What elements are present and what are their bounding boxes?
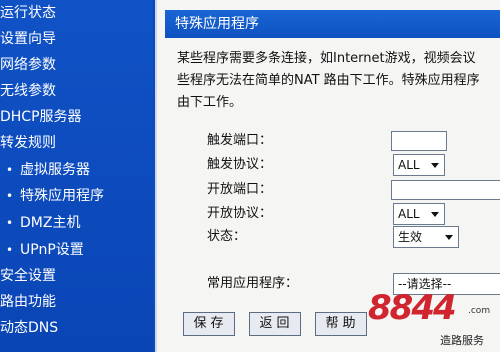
sidebar-item-label: 运行状态: [0, 5, 56, 21]
open-protocol-value: ALL: [398, 207, 420, 221]
page-description: 某些程序需要多条连接，如Internet游戏，视频会议 些程序无法在简单的NAT…: [177, 48, 500, 114]
sidebar-item-label: UPnP设置: [20, 242, 84, 258]
sidebar-item-label: 转发规则: [0, 135, 56, 151]
open-port-input[interactable]: [391, 180, 500, 200]
back-button[interactable]: 返回: [249, 312, 301, 336]
watermark-logo-text: 8844: [368, 288, 457, 328]
sidebar-item-network[interactable]: 网络参数: [0, 52, 56, 78]
status-select[interactable]: 生效: [393, 226, 459, 248]
sidebar-item-label: DHCP服务器: [0, 109, 82, 125]
sidebar-item-label: 网络参数: [0, 57, 56, 73]
status-label: 状态：: [207, 229, 247, 244]
sidebar-item-dmz[interactable]: • DMZ主机: [6, 210, 80, 236]
open-port-label: 开放端口：: [207, 182, 273, 197]
sidebar-item-dhcp[interactable]: DHCP服务器: [0, 104, 82, 130]
open-protocol-label: 开放协议：: [207, 206, 273, 221]
watermark-caption: 造路服务: [440, 334, 484, 347]
watermark-logo: 8844 .com 造路服务: [356, 288, 500, 352]
chevron-down-icon: [431, 212, 439, 217]
sidebar-item-setup-wizard[interactable]: 设置向导: [0, 26, 56, 52]
sidebar-item-forwarding[interactable]: 转发规则: [0, 130, 56, 156]
trigger-protocol-label: 触发协议：: [207, 157, 273, 172]
description-line: 些程序无法在简单的NAT 路由下工作。特殊应用程序: [177, 73, 480, 88]
status-value: 生效: [398, 230, 423, 244]
page-title: 特殊应用程序: [165, 10, 500, 38]
bullet-icon: •: [6, 243, 14, 257]
sidebar-item-virtual-server[interactable]: • 虚拟服务器: [6, 157, 90, 183]
sidebar-item-label: 路由功能: [0, 294, 56, 310]
trigger-port-label: 触发端口：: [207, 133, 273, 148]
chevron-down-icon: [431, 163, 439, 168]
description-line: 某些程序需要多条连接，如Internet游戏，视频会议: [177, 51, 476, 66]
chevron-down-icon: [445, 235, 453, 240]
sidebar-item-wireless[interactable]: 无线参数: [0, 78, 56, 104]
sidebar-item-label: 安全设置: [0, 268, 56, 284]
sidebar-item-label: 设置向导: [0, 31, 56, 47]
trigger-protocol-select[interactable]: ALL: [393, 154, 445, 176]
trigger-port-input[interactable]: [391, 131, 447, 151]
sidebar-item-security[interactable]: 安全设置: [0, 263, 56, 289]
sidebar-item-label: 虚拟服务器: [20, 162, 90, 178]
sidebar-menu: 运行状态 设置向导 网络参数 无线参数 DHCP服务器 转发规则 • 虚拟服务器 …: [0, 0, 153, 352]
watermark-com: .com: [468, 306, 491, 316]
save-button[interactable]: 保存: [183, 312, 235, 336]
sidebar-item-status[interactable]: 运行状态: [0, 0, 56, 26]
bullet-icon: •: [6, 216, 14, 230]
sidebar-item-special-apps[interactable]: • 特殊应用程序: [6, 183, 104, 209]
bullet-icon: •: [6, 189, 14, 203]
sidebar-item-ddns[interactable]: 动态DNS: [0, 315, 58, 341]
description-line: 由下工作。: [177, 95, 243, 110]
sidebar-item-label: 无线参数: [0, 83, 56, 99]
sidebar-item-label: 特殊应用程序: [20, 188, 104, 204]
trigger-protocol-value: ALL: [398, 158, 420, 172]
sidebar-item-routing[interactable]: 路由功能: [0, 289, 56, 315]
sidebar-item-upnp[interactable]: • UPnP设置: [6, 237, 84, 263]
sidebar-item-label: DMZ主机: [20, 215, 81, 231]
open-protocol-select[interactable]: ALL: [393, 203, 445, 225]
bullet-icon: •: [6, 163, 14, 177]
sidebar-item-label: 动态DNS: [0, 320, 59, 336]
common-apps-label: 常用应用程序：: [207, 276, 299, 291]
